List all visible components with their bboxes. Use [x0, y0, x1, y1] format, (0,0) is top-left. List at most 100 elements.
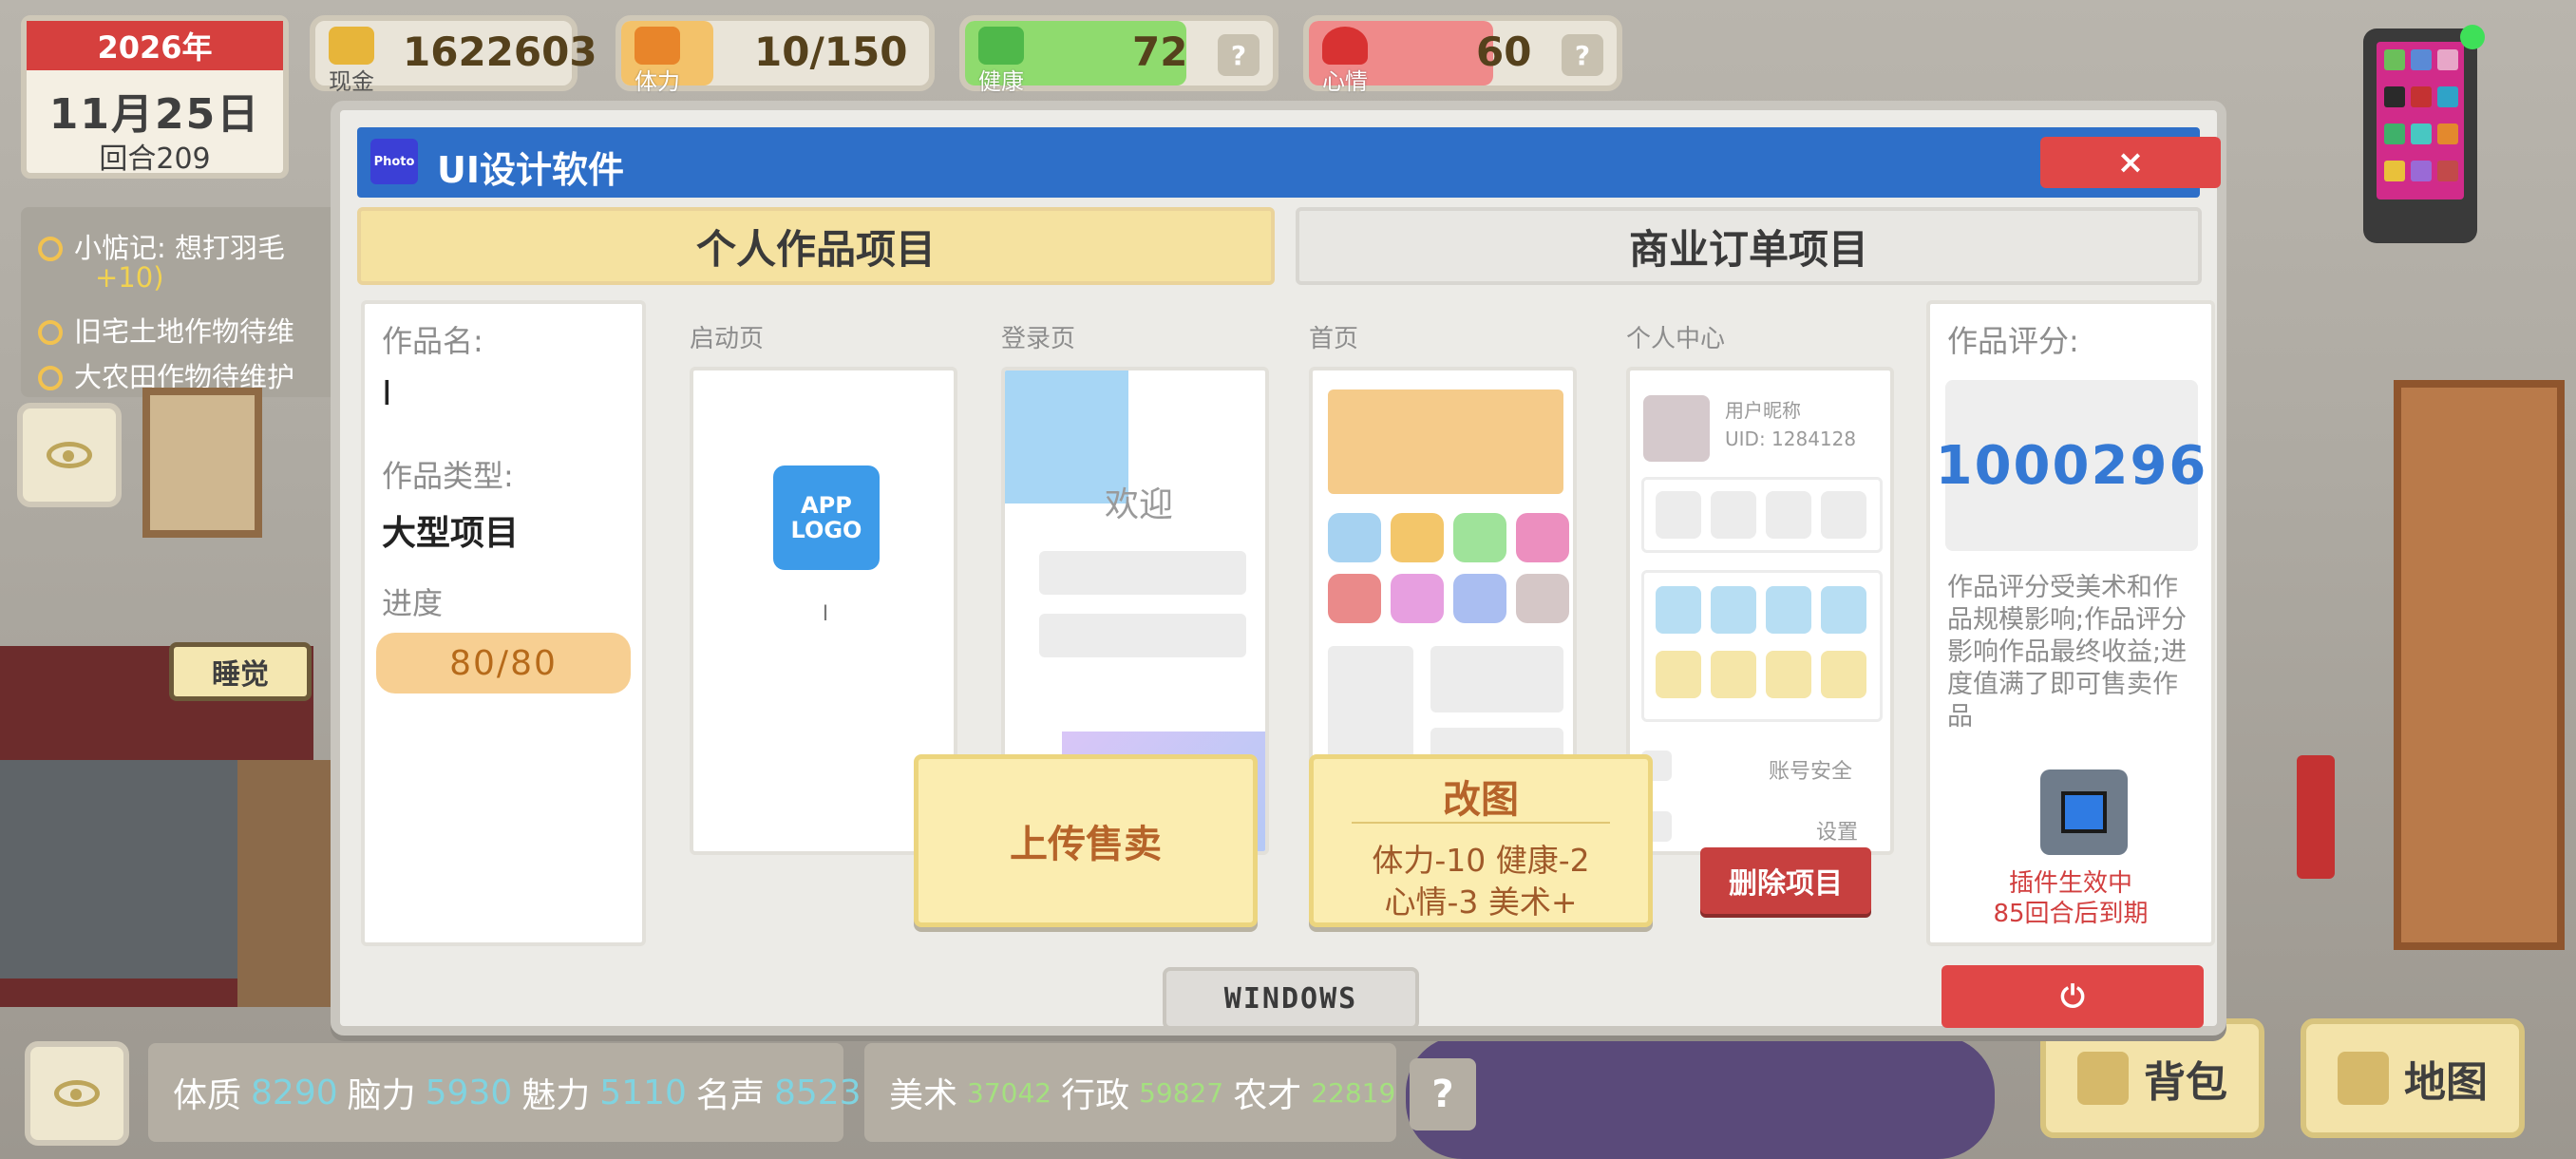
home-screen-label: 首页: [1309, 325, 1359, 353]
farm-label: 农才: [1233, 1076, 1302, 1115]
profile-tile: [1766, 586, 1811, 634]
farm-value: 22819: [1311, 1076, 1396, 1109]
launch-screen-label: 启动页: [690, 325, 765, 353]
bag-label: 背包: [2144, 1058, 2227, 1107]
backpack-icon: [2077, 1052, 2129, 1105]
profile-tile: [1711, 586, 1756, 634]
phone-app-icon: [2437, 49, 2458, 70]
login-field: [1039, 551, 1246, 595]
score-value: 1000296: [1936, 380, 2206, 551]
door[interactable]: [2394, 380, 2565, 950]
fame-label: 名声: [695, 1076, 765, 1115]
work-name-label: 作品名:: [382, 323, 483, 359]
phone-app-icon: [2411, 161, 2432, 181]
date-card: 2026年 11月25日 回合209: [21, 15, 289, 179]
attribute-bar: 体质 8290 脑力 5930 魅力 5110 名声 8523: [148, 1043, 862, 1142]
health-help-button[interactable]: ?: [1218, 34, 1260, 76]
admin-value: 59827: [1139, 1076, 1224, 1109]
attribute-help-button[interactable]: ?: [1410, 1058, 1476, 1130]
app-icon: Photo: [370, 139, 418, 184]
home-banner: [1328, 390, 1563, 494]
bag-button[interactable]: 背包: [2040, 1018, 2264, 1138]
date-round: 回合209: [99, 142, 211, 176]
mood-value: 60: [1476, 28, 1532, 75]
home-icon-tile: [1328, 513, 1381, 562]
profile-screen-preview: 用户昵称 UID: 1284128 账号安全 设置: [1626, 367, 1894, 855]
sleep-button[interactable]: 睡觉: [169, 642, 312, 701]
avatar: [1643, 395, 1710, 462]
physique-label: 体质: [173, 1076, 242, 1115]
view-toggle-button[interactable]: [17, 403, 122, 507]
home-icon-tile: [1453, 574, 1506, 623]
rug: [1406, 1036, 1995, 1159]
redraw-cost-line: 体力-10 健康-2: [1372, 842, 1590, 879]
close-button[interactable]: ×: [2040, 137, 2221, 188]
phone-app-icon: [2411, 86, 2432, 107]
home-icon-tile: [1516, 513, 1569, 562]
map-label: 地图: [2404, 1058, 2488, 1107]
score-note: 作品评分受美术和作品规模影响;作品评分影响作品最终收益;进度值满了即可售卖作品: [1947, 573, 2188, 732]
phone-app-icon: [2411, 124, 2432, 144]
brain-label: 脑力: [347, 1076, 416, 1115]
fame-value: 8523: [773, 1073, 862, 1112]
profile-tile: [1766, 491, 1811, 539]
charm-value: 5110: [599, 1073, 687, 1112]
score-panel: 作品评分: 1000296 作品评分受美术和作品规模影响;作品评分影响作品最终收…: [1926, 300, 2215, 946]
redraw-button[interactable]: 改图 体力-10 健康-2 心情-3 美术+: [1309, 754, 1653, 927]
score-label: 作品评分:: [1947, 323, 2079, 359]
profile-tile: [1656, 586, 1701, 634]
windows-button[interactable]: WINDOWS: [1163, 967, 1419, 1030]
lightning-icon: [635, 27, 680, 65]
health-label: 健康: [978, 68, 1024, 95]
profile-tile: [1821, 586, 1866, 634]
plugin-computer-icon[interactable]: [2040, 770, 2128, 855]
eye-icon: [47, 442, 92, 468]
admin-label: 行政: [1061, 1076, 1130, 1115]
notification-dot: [2460, 25, 2485, 49]
home-icon-tile: [1516, 574, 1569, 623]
tab-business-orders[interactable]: 商业订单项目: [1296, 207, 2202, 285]
quest-item[interactable]: 旧宅土地作物待维: [38, 310, 332, 350]
login-field: [1039, 614, 1246, 657]
home-icon-tile: [1453, 513, 1506, 562]
quest-circle-icon: [38, 320, 63, 345]
window-title: UI设计软件: [437, 149, 624, 191]
eye-icon: [54, 1080, 100, 1107]
stamina-pill: 体力 10/150: [616, 15, 935, 95]
date-year: 2026年: [27, 21, 283, 70]
profile-screen-label: 个人中心: [1626, 325, 1726, 353]
power-button[interactable]: ⏻: [1941, 965, 2204, 1028]
mood-help-button[interactable]: ?: [1562, 34, 1603, 76]
bottom-view-toggle-button[interactable]: [25, 1041, 129, 1146]
work-name-input[interactable]: I: [382, 374, 392, 413]
heart-icon: [1322, 27, 1368, 65]
health-pill: 健康 72 ?: [959, 15, 1279, 95]
cash-label: 现金: [329, 68, 374, 95]
phone-app-icon: [2437, 124, 2458, 144]
upload-sell-button[interactable]: 上传售卖: [914, 754, 1258, 927]
map-button[interactable]: 地图: [2301, 1018, 2525, 1138]
physique-value: 8290: [251, 1073, 338, 1112]
bedside-table: [237, 760, 332, 1007]
home-icon-tile: [1328, 574, 1381, 623]
art-value: 37042: [967, 1076, 1052, 1109]
cash-pill: 现金 1622603: [310, 15, 597, 95]
profile-tile: [1711, 651, 1756, 698]
work-type-label: 作品类型:: [382, 458, 514, 494]
wall-portrait: [142, 388, 262, 538]
progress-bar: 80/80: [376, 633, 631, 694]
phone-button[interactable]: [2363, 28, 2477, 243]
art-label: 美术: [889, 1076, 958, 1115]
delete-project-button[interactable]: 删除项目: [1700, 847, 1871, 914]
profile-tile: [1656, 491, 1701, 539]
profile-tile: [1711, 491, 1756, 539]
profile-tile: [1821, 651, 1866, 698]
mood-label: 心情: [1322, 68, 1368, 95]
launch-caret: I: [822, 602, 829, 626]
tab-personal-projects[interactable]: 个人作品项目: [357, 207, 1275, 285]
redraw-cost-line: 心情-3 美术+: [1384, 884, 1578, 921]
skill-bar: 美术 37042 行政 59827 农才 22819: [864, 1043, 1396, 1142]
account-security-item: 账号安全: [1769, 760, 1853, 784]
quest-item[interactable]: 小惦记: 想打羽毛: [38, 226, 332, 266]
stamina-label: 体力: [635, 68, 680, 95]
